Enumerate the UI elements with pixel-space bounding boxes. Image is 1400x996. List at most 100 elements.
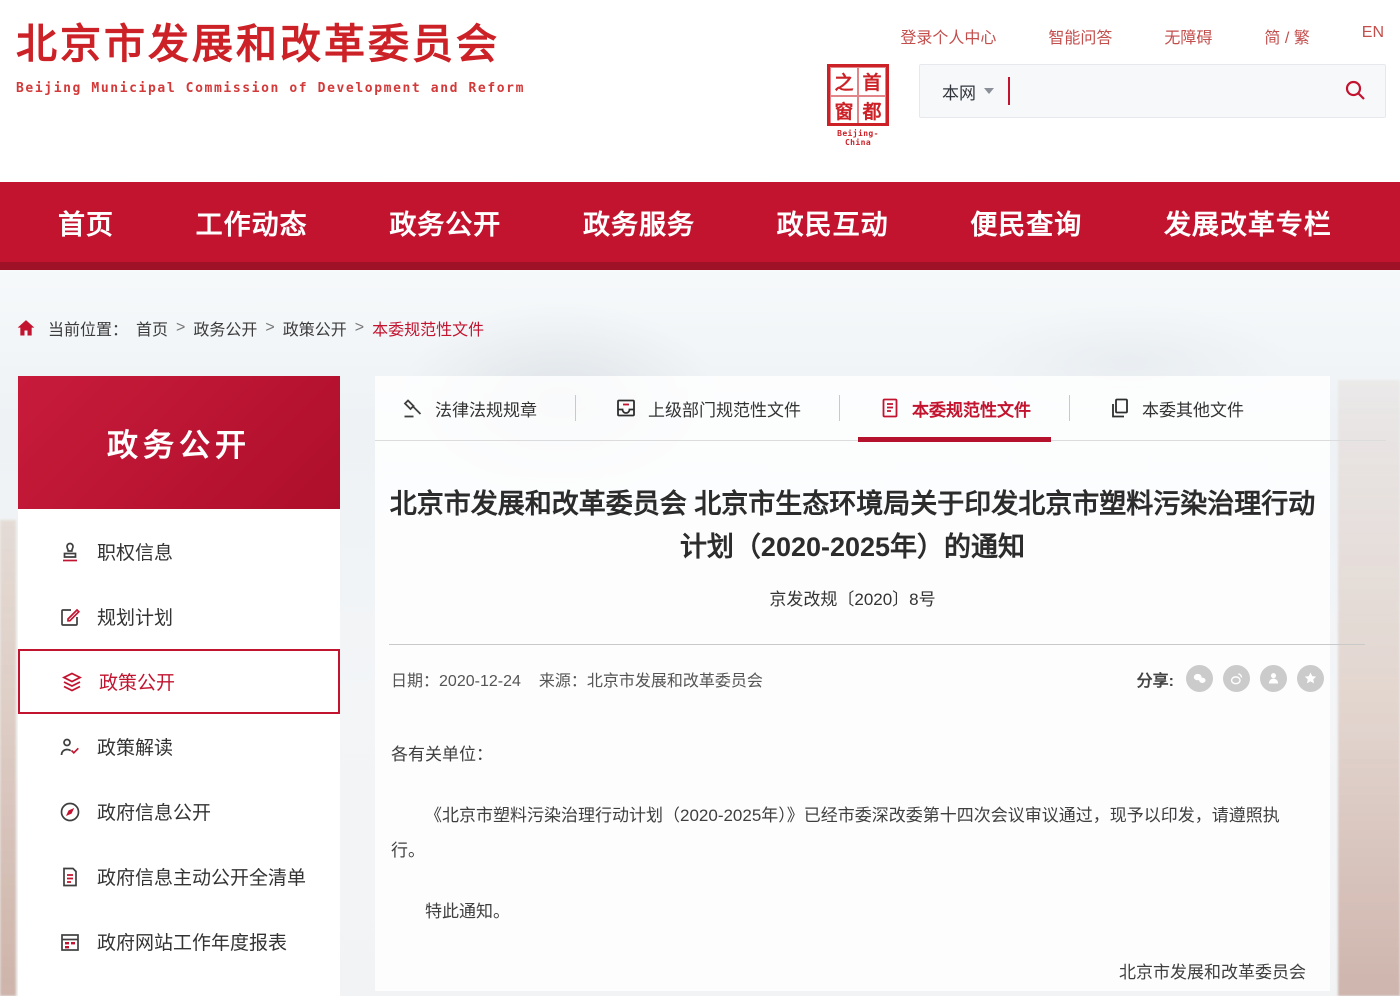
breadcrumb-policy[interactable]: 政策公开 — [283, 316, 347, 340]
share-label: 分享: — [1137, 667, 1174, 691]
site-subtitle: Beijing Municipal Commission of Developm… — [16, 81, 525, 96]
content-area: 政务公开 职权信息 规划 — [18, 376, 1400, 996]
tab-divider — [839, 395, 840, 421]
search-bar: 本网 — [919, 64, 1386, 118]
edit-icon — [58, 605, 82, 629]
article-meta: 日期：2020-12-24来源：北京市发展和改革委员会 分享: — [375, 645, 1330, 708]
site-header: 北京市发展和改革委员会 Beijing Municipal Commission… — [0, 0, 1400, 182]
sidebar-item-label: 政府信息公开 — [97, 798, 211, 825]
tab-laws-regulations[interactable]: 法律法规规章 — [389, 376, 549, 440]
tab-label: 本委规范性文件 — [912, 396, 1031, 421]
sidebar-item-label: 规划计划 — [97, 603, 173, 630]
nav-item-convenient-query[interactable]: 便民查询 — [970, 203, 1082, 242]
tab-label: 法律法规规章 — [435, 396, 537, 421]
search-scope-label: 本网 — [942, 79, 976, 104]
tab-divider — [575, 395, 576, 421]
doc-number: 京发改规〔2020〕8号 — [375, 585, 1330, 610]
sidebar-item-gov-info-disclosure[interactable]: 政府信息公开 — [18, 779, 340, 844]
capital-window-seal-logo[interactable]: 之 首 窗 都 Beijing-China — [825, 64, 891, 147]
search-button[interactable] — [1337, 78, 1385, 105]
sidebar-item-label: 政府信息主动公开全清单 — [97, 863, 306, 890]
tab-commission-other-docs[interactable]: 本委其他文件 — [1096, 376, 1256, 440]
signature: 北京市发展和改革委员会 — [391, 956, 1306, 991]
top-link-simplified-traditional[interactable]: 简 / 繁 — [1264, 24, 1309, 48]
seal-char: 都 — [858, 96, 886, 125]
nav-item-reform-column[interactable]: 发展改革专栏 — [1164, 203, 1332, 242]
tab-divider — [1069, 395, 1070, 421]
top-links: 登录个人中心 智能问答 无障碍 简 / 繁 EN — [825, 0, 1400, 48]
date-label: 日期： — [391, 673, 439, 690]
share-bar: 分享: — [1137, 665, 1324, 692]
nav-item-work-news[interactable]: 工作动态 — [196, 203, 308, 242]
layers-icon — [60, 670, 84, 694]
sidebar: 政务公开 职权信息 规划 — [18, 376, 340, 996]
text-caret — [1008, 77, 1010, 105]
breadcrumb-current: 本委规范性文件 — [372, 316, 484, 340]
sidebar-list: 职权信息 规划计划 政策公开 — [18, 509, 340, 996]
nav-item-home[interactable]: 首页 — [58, 203, 114, 242]
breadcrumb-separator: > — [265, 319, 274, 337]
top-link-english[interactable]: EN — [1362, 24, 1384, 48]
tab-bar: 法律法规规章 上级部门规范性文件 — [375, 376, 1386, 441]
breadcrumb-home[interactable]: 首页 — [136, 316, 168, 340]
search-input[interactable] — [1020, 64, 1337, 118]
sidebar-item-authority-info[interactable]: 职权信息 — [18, 519, 340, 584]
sidebar-item-website-annual-report[interactable]: 政府网站工作年度报表 — [18, 909, 340, 974]
paragraph: 特此通知。 — [391, 895, 1310, 930]
person-check-icon — [58, 735, 82, 759]
copy-icon — [1108, 396, 1132, 420]
sidebar-item-label: 政策公开 — [99, 668, 175, 695]
sidebar-item-label: 政策解读 — [97, 733, 173, 760]
top-link-smart-qa[interactable]: 智能问答 — [1048, 24, 1112, 48]
sidebar-item-decision-catalog[interactable]: 决策目录 — [18, 974, 340, 996]
tab-commission-normative-docs[interactable]: 本委规范性文件 — [866, 376, 1043, 440]
article-main: 法律法规规章 上级部门规范性文件 — [375, 376, 1330, 991]
breadcrumb: 当前位置： 首页 > 政务公开 > 政策公开 > 本委规范性文件 — [16, 316, 1400, 340]
top-link-login[interactable]: 登录个人中心 — [900, 24, 996, 48]
sidebar-item-proactive-disclosure-list[interactable]: 政府信息主动公开全清单 — [18, 844, 340, 909]
source-label: 来源： — [539, 673, 587, 690]
seal-char: 窗 — [830, 96, 858, 125]
nav-item-gov-services[interactable]: 政务服务 — [583, 203, 695, 242]
date-source: 日期：2020-12-24来源：北京市发展和改革委员会 — [391, 667, 763, 691]
nav-item-gov-affairs[interactable]: 政务公开 — [389, 203, 501, 242]
main-nav: 首页 工作动态 政务公开 政务服务 政民互动 便民查询 发展改革专栏 — [0, 182, 1400, 270]
source-value: 北京市发展和改革委员会 — [587, 673, 763, 690]
tab-superior-normative-docs[interactable]: 上级部门规范性文件 — [602, 376, 813, 440]
breadcrumb-label: 当前位置： — [48, 316, 128, 340]
breadcrumb-separator: > — [355, 319, 364, 337]
weibo-icon[interactable] — [1223, 665, 1250, 692]
sidebar-item-planning[interactable]: 规划计划 — [18, 584, 340, 649]
sidebar-item-policy-interpretation[interactable]: 政策解读 — [18, 714, 340, 779]
sidebar-item-label: 政府网站工作年度报表 — [97, 928, 287, 955]
wechat-icon[interactable] — [1186, 665, 1213, 692]
salutation: 各有关单位： — [391, 738, 1310, 773]
header-right: 登录个人中心 智能问答 无障碍 简 / 繁 EN 之 首 窗 都 Beijing… — [825, 0, 1400, 147]
seal-char: 之 — [830, 67, 858, 96]
sidebar-item-policy-disclosure[interactable]: 政策公开 — [18, 649, 340, 714]
document-icon — [878, 396, 902, 420]
compass-icon — [58, 800, 82, 824]
stamp-icon — [58, 540, 82, 564]
seal-caption: Beijing-China — [825, 129, 891, 147]
search-scope-dropdown[interactable]: 本网 — [920, 79, 1008, 104]
chevron-down-icon — [984, 88, 994, 94]
tab-label: 本委其他文件 — [1142, 396, 1244, 421]
search-icon — [1343, 78, 1367, 105]
top-link-accessibility[interactable]: 无障碍 — [1164, 24, 1212, 48]
page: 北京市发展和改革委员会 Beijing Municipal Commission… — [0, 0, 1400, 996]
site-logo[interactable]: 北京市发展和改革委员会 Beijing Municipal Commission… — [16, 22, 525, 96]
document-list-icon — [58, 865, 82, 889]
seal-box: 之 首 窗 都 — [827, 64, 889, 126]
tab-label: 上级部门规范性文件 — [648, 396, 801, 421]
background-art — [0, 520, 16, 996]
nav-item-interaction[interactable]: 政民互动 — [777, 203, 889, 242]
star-icon[interactable] — [1297, 665, 1324, 692]
site-title: 北京市发展和改革委员会 — [16, 22, 525, 67]
sidebar-header: 政务公开 — [18, 376, 340, 509]
breadcrumb-gov-affairs[interactable]: 政务公开 — [193, 316, 257, 340]
header-search-row: 之 首 窗 都 Beijing-China 本网 — [825, 64, 1400, 147]
qq-icon[interactable] — [1260, 665, 1287, 692]
paragraph: 《北京市塑料污染治理行动计划（2020-2025年）》已经市委深改委第十四次会议… — [391, 799, 1310, 869]
home-icon[interactable] — [16, 318, 36, 338]
